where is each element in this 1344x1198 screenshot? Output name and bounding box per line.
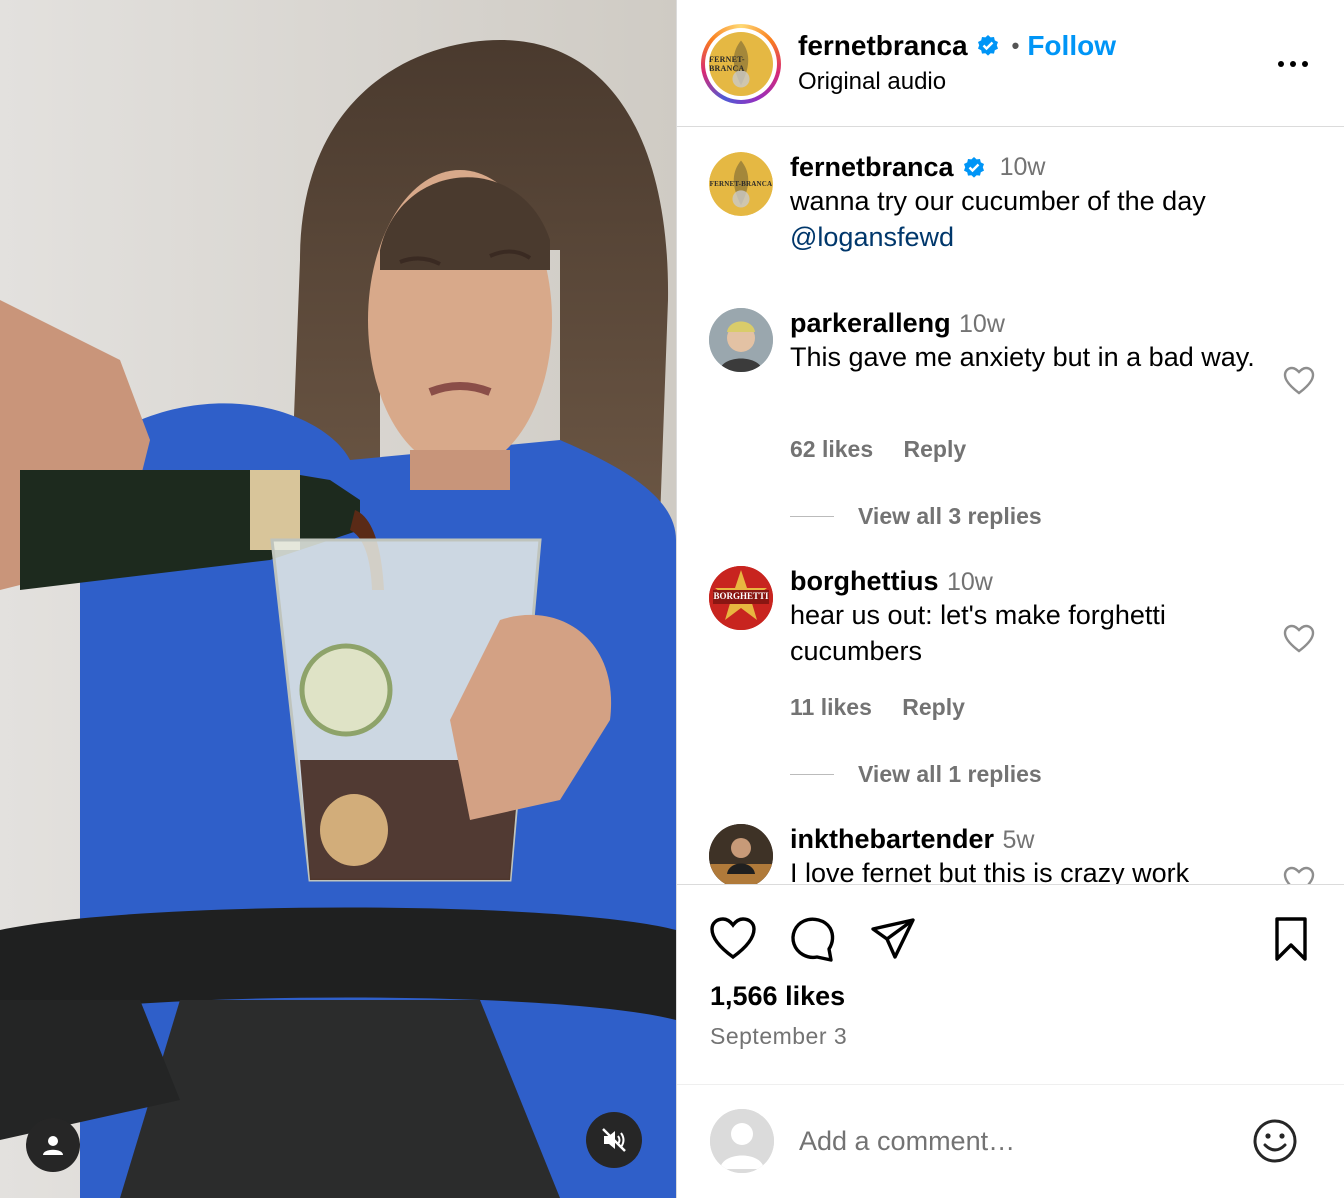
profile-photo [709, 308, 773, 372]
like-heart-icon[interactable] [709, 915, 757, 963]
post-date[interactable]: September 3 [710, 1023, 847, 1050]
like-comment-heart-icon[interactable] [1283, 366, 1315, 396]
comment-text: This gave me anxiety but in a bad way. [790, 342, 1255, 372]
verified-badge-icon [963, 156, 984, 178]
more-options-icon[interactable] [1273, 52, 1313, 76]
view-replies-label: View all 1 replies [858, 761, 1042, 787]
current-user-avatar [710, 1109, 774, 1173]
comments-list[interactable]: FERNET-BRANCA fernetbranca 10w wanna try… [677, 128, 1344, 884]
comment-avatar[interactable]: BORGHETTI [709, 566, 773, 630]
mute-toggle-button[interactable] [586, 1112, 642, 1168]
borghetti-logo-text: BORGHETTI [713, 591, 769, 601]
comment-time[interactable]: 10w [947, 568, 993, 596]
comment-bubble-icon[interactable] [789, 915, 837, 963]
comment-avatar[interactable] [709, 308, 773, 372]
caption-mention[interactable]: @logansfewd [790, 219, 1260, 255]
like-comment-heart-icon[interactable] [1283, 624, 1315, 654]
author-username[interactable]: fernetbranca [798, 30, 968, 62]
video-frame [0, 0, 676, 1198]
comment-time[interactable]: 5w [1003, 826, 1035, 854]
reel-video[interactable] [0, 0, 676, 1198]
comment-username[interactable]: inkthebartender [790, 824, 994, 854]
emoji-smiley-icon[interactable] [1251, 1117, 1299, 1165]
user-icon [43, 1136, 63, 1155]
follow-button[interactable]: Follow [1027, 30, 1116, 62]
audio-link[interactable]: Original audio [798, 68, 946, 96]
fernet-branca-logo: FERNET-BRANCA [709, 32, 773, 96]
reply-button[interactable]: Reply [904, 436, 967, 462]
view-replies-label: View all 3 replies [858, 503, 1042, 529]
share-paper-plane-icon[interactable] [869, 915, 917, 963]
verified-badge-icon [977, 35, 998, 56]
comment-input[interactable] [799, 1121, 1239, 1161]
view-replies-button[interactable]: View all 1 replies [790, 761, 1042, 788]
logo-text: FERNET-BRANCA [709, 55, 745, 73]
caption-avatar[interactable]: FERNET-BRANCA [709, 152, 773, 216]
default-avatar-icon [710, 1109, 774, 1173]
comment-like-count[interactable]: 11 likes [790, 694, 872, 720]
fernet-branca-logo: FERNET-BRANCA [709, 152, 773, 216]
like-count[interactable]: 1,566 likes [710, 981, 845, 1012]
separator-dot: • [1011, 33, 1020, 58]
divider-line [790, 516, 834, 517]
like-comment-heart-icon[interactable] [1283, 866, 1315, 884]
caption-username[interactable]: fernetbranca [790, 152, 954, 183]
tagged-users-button[interactable] [26, 1118, 80, 1172]
comment-text: I love fernet but this is crazy work [790, 858, 1190, 884]
caption: fernetbranca 10w wanna try our cucumber … [790, 152, 1260, 255]
save-bookmark-icon[interactable] [1267, 915, 1315, 963]
view-replies-button[interactable]: View all 3 replies [790, 503, 1042, 530]
comment-username[interactable]: borghettius [790, 566, 939, 596]
divider-line [790, 774, 834, 775]
post-panel: FERNET-BRANCA fernetbranca • Follow Orig… [676, 0, 1344, 1198]
caption-time[interactable]: 10w [1000, 153, 1046, 182]
caption-text: wanna try our cucumber of the day [790, 186, 1206, 216]
comment: borghettius 10w hear us out: let's make … [790, 566, 1260, 669]
comment-like-count[interactable]: 62 likes [790, 436, 873, 462]
comment-text: hear us out: let's make forghetti cucumb… [790, 600, 1166, 666]
comment-username[interactable]: parkeralleng [790, 308, 951, 338]
author-avatar[interactable]: FERNET-BRANCA [701, 24, 781, 104]
profile-photo [709, 824, 773, 884]
speaker-muted-icon [602, 1128, 626, 1152]
comment: parkeralleng 10w This gave me anxiety bu… [790, 308, 1260, 375]
comment-avatar[interactable] [709, 824, 773, 884]
reply-button[interactable]: Reply [902, 694, 965, 720]
comment-time[interactable]: 10w [959, 310, 1005, 338]
add-comment-bar [677, 1084, 1344, 1198]
comment: inkthebartender 5w I love fernet but thi… [790, 824, 1260, 884]
logo-text: FERNET-BRANCA [709, 180, 773, 188]
post-header: FERNET-BRANCA fernetbranca • Follow Orig… [677, 0, 1344, 127]
